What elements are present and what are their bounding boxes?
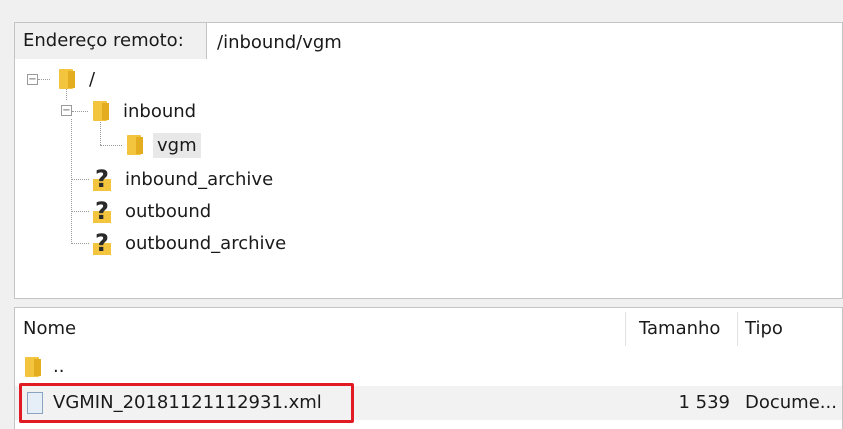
tree-node-outbound[interactable]: ? outbound [93, 197, 215, 225]
collapse-inbound-toggle[interactable]: − [61, 105, 72, 116]
tree-connector [72, 111, 88, 112]
tree-connector [100, 145, 122, 146]
remote-file-list: Nome Tamanho Tipo .. VGMIN_2018112111293… [14, 307, 843, 429]
highlight-annotation [19, 383, 354, 423]
tree-node-root[interactable]: / [59, 65, 99, 93]
unknown-folder-icon: ? [93, 199, 111, 223]
tree-connector [71, 243, 89, 244]
unknown-folder-icon: ? [93, 167, 111, 191]
tree-node-vgm[interactable]: vgm [127, 131, 201, 159]
column-header-type[interactable]: Tipo [737, 308, 842, 350]
tree-node-label: / [89, 68, 96, 90]
list-item-parent-directory[interactable]: .. [15, 350, 842, 384]
tree-connector [71, 179, 89, 180]
file-size: 1 539 [678, 392, 730, 413]
file-name: .. [53, 356, 65, 377]
tree-node-inbound-archive[interactable]: ? inbound_archive [93, 165, 277, 193]
tree-node-label: outbound [125, 200, 212, 222]
remote-path-label: Endereço remoto: [15, 23, 207, 59]
folder-icon [127, 134, 143, 156]
folder-icon [25, 356, 41, 378]
folder-icon [59, 68, 75, 90]
unknown-folder-icon: ? [93, 231, 111, 255]
column-separator[interactable] [625, 312, 626, 346]
column-header-name[interactable]: Nome [15, 308, 625, 350]
panel-splitter[interactable] [14, 299, 843, 307]
column-header-size[interactable]: Tamanho [631, 308, 739, 350]
list-header: Nome Tamanho Tipo [15, 308, 842, 350]
tree-connector [71, 211, 89, 212]
tree-node-outbound-archive[interactable]: ? outbound_archive [93, 229, 290, 257]
tree-node-inbound[interactable]: inbound [93, 97, 200, 125]
tree-node-label: inbound [123, 100, 197, 122]
file-type: Docume... [745, 392, 837, 413]
remote-directory-tree: − / − inbound vgm ? inbound_archive ? ou… [14, 59, 843, 299]
tree-node-label: vgm [153, 132, 201, 158]
tree-node-label: outbound_archive [125, 232, 287, 254]
folder-icon [93, 100, 109, 122]
tree-connector [71, 119, 72, 244]
remote-path-bar: Endereço remoto: [14, 22, 843, 60]
remote-path-input[interactable] [217, 29, 827, 55]
collapse-root-toggle[interactable]: − [27, 74, 38, 85]
tree-connector [38, 79, 50, 80]
tree-node-label: inbound_archive [125, 168, 274, 190]
